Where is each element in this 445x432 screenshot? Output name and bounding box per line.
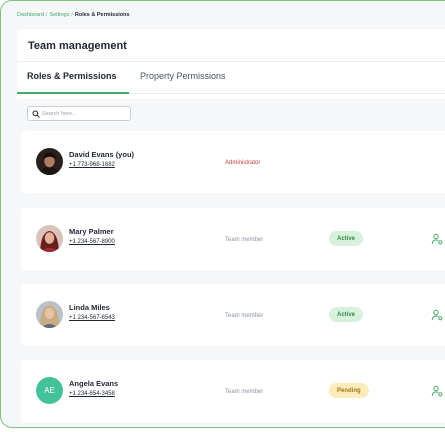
app-frame: Dashboard / Settings / Roles & Permissions T…	[0, 0, 445, 428]
tab-roles-permissions[interactable]: Roles & Permissions	[27, 71, 117, 81]
tabs-divider	[129, 93, 445, 94]
status-badge: Active	[329, 231, 364, 246]
user-settings-icon[interactable]	[431, 385, 443, 397]
member-name: Mary Palmer	[69, 227, 114, 236]
page-title: Team management	[28, 40, 127, 52]
member-role: Team member	[225, 313, 264, 319]
active-tab-indicator	[17, 92, 129, 94]
user-settings-icon[interactable]	[431, 309, 443, 321]
user-settings-icon[interactable]	[431, 233, 443, 245]
member-phone-link[interactable]: +1 773-968-1682	[69, 162, 115, 168]
status-badge: Pending	[329, 383, 369, 398]
team-management-panel: Team management Roles & Permissions Prop…	[17, 29, 445, 99]
member-row: Linda Miles +1 234-567-6543 Team member …	[21, 284, 445, 346]
member-row: Mary Palmer +1 234-567-8900 Team member …	[21, 208, 445, 270]
breadcrumb-dashboard[interactable]: Dashboard	[17, 12, 44, 18]
member-name: Linda Miles	[69, 303, 110, 312]
breadcrumb: Dashboard / Settings / Roles & Permissions	[17, 12, 130, 18]
member-role: Team member	[225, 237, 264, 243]
member-role: Administrator	[225, 160, 261, 166]
breadcrumb-separator: /	[45, 12, 48, 18]
breadcrumb-current: Roles & Permissions	[74, 12, 130, 18]
member-name: Angela Evans	[69, 379, 119, 388]
avatar	[36, 148, 63, 175]
title-divider	[17, 61, 445, 62]
tab-property-permissions[interactable]: Property Permissions	[140, 71, 226, 81]
member-phone-link[interactable]: +1 234-567-6543	[69, 315, 115, 321]
search-input[interactable]	[42, 108, 128, 119]
avatar	[36, 301, 63, 328]
member-phone-link[interactable]: +1 234-654-3458	[69, 391, 115, 397]
avatar	[36, 225, 63, 252]
member-row: AE Angela Evans +1 234-654-3458 Team mem…	[21, 360, 445, 422]
member-name: David Evans (you)	[69, 150, 135, 159]
search-icon	[32, 110, 40, 118]
member-role: Team member	[225, 389, 264, 395]
member-phone-link[interactable]: +1 234-567-8900	[69, 239, 115, 245]
member-row: David Evans (you) +1 773-968-1682 Admini…	[21, 131, 445, 193]
avatar: AE	[36, 377, 63, 404]
status-badge: Active	[329, 307, 364, 322]
breadcrumb-settings[interactable]: Settings	[49, 12, 69, 18]
breadcrumb-separator: /	[71, 12, 73, 18]
search-box[interactable]	[27, 106, 131, 121]
